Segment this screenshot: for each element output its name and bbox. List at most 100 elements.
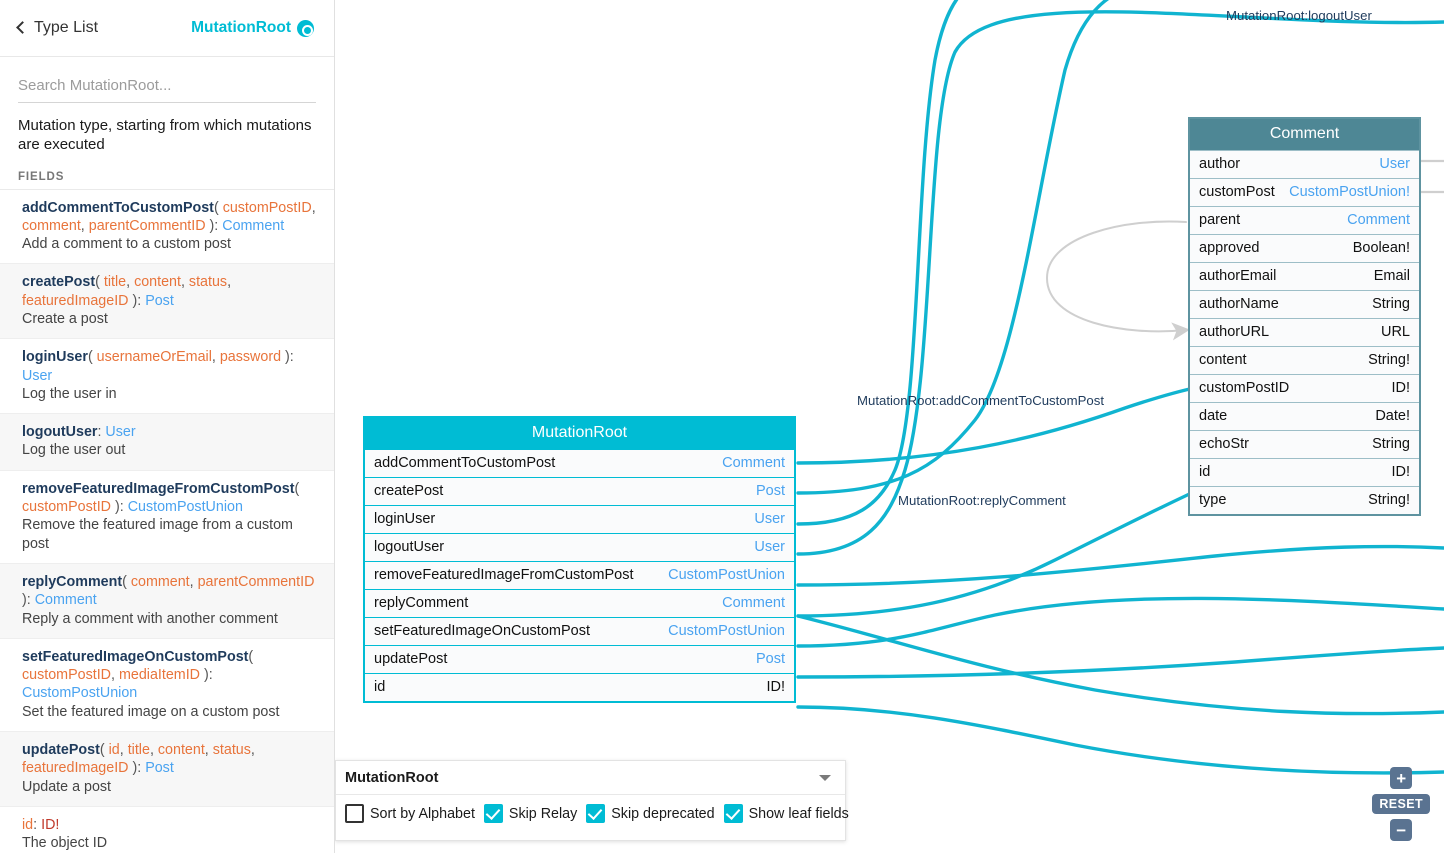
field-list-item[interactable]: updatePost( id, title, content, status, … xyxy=(0,732,334,807)
node-field-row[interactable]: authorName String xyxy=(1190,290,1419,318)
field-list-item[interactable]: addCommentToCustomPost( customPostID, co… xyxy=(0,190,334,265)
node-field-type: ID! xyxy=(766,679,785,695)
field-list-item[interactable]: logoutUser: User Log the user out xyxy=(0,414,334,471)
node-field-row[interactable]: loginUser User xyxy=(365,505,794,533)
colon: : xyxy=(33,816,42,833)
type-description: Mutation type, starting from which mutat… xyxy=(18,117,312,153)
node-field-row[interactable]: parent Comment xyxy=(1190,206,1419,234)
chevron-down-icon[interactable] xyxy=(819,775,831,781)
zoom-reset-button[interactable]: RESET xyxy=(1372,794,1430,814)
graph-canvas[interactable]: MutationRoot addCommentToCustomPost Comme… xyxy=(335,0,1444,853)
node-field-row[interactable]: customPostID ID! xyxy=(1190,374,1419,402)
back-to-type-list-button[interactable]: Type List xyxy=(16,19,98,37)
node-field-type[interactable]: CustomPostUnion xyxy=(668,567,785,583)
field-argument: id xyxy=(108,742,120,759)
doc-type-title[interactable]: MutationRoot xyxy=(191,19,314,37)
node-field-row[interactable]: content String! xyxy=(1190,346,1419,374)
field-description: Log the user in xyxy=(22,385,117,402)
node-field-row[interactable]: customPost CustomPostUnion! xyxy=(1190,178,1419,206)
arg-separator: , xyxy=(180,274,189,291)
field-return-type[interactable]: Post xyxy=(145,760,174,776)
field-argument: title xyxy=(103,274,127,291)
node-field-type: ID! xyxy=(1391,380,1410,396)
node-field-row[interactable]: id ID! xyxy=(365,673,794,701)
node-field-row[interactable]: approved Boolean! xyxy=(1190,234,1419,262)
field-description: Remove the featured image from a custom … xyxy=(22,517,293,552)
node-field-row[interactable]: addCommentToCustomPost Comment xyxy=(365,449,794,477)
settings-options: Sort by Alphabet Skip Relay Skip deprecate… xyxy=(336,795,849,823)
field-description: Log the user out xyxy=(22,442,126,459)
graph-node-comment[interactable]: Comment author User customPost CustomPostUn… xyxy=(1188,117,1421,516)
zoom-in-button[interactable]: + xyxy=(1390,767,1413,789)
field-return-type[interactable]: CustomPostUnion xyxy=(22,685,137,701)
node-field-row[interactable]: echoStr String xyxy=(1190,430,1419,458)
field-list-item[interactable]: id: ID! The object ID xyxy=(0,807,334,853)
doc-header: Type List MutationRoot xyxy=(0,0,334,57)
node-field-type[interactable]: Post xyxy=(756,483,785,499)
arg-separator: , xyxy=(111,667,119,684)
settings-option[interactable]: Skip deprecated xyxy=(586,804,715,823)
paren-open: ( xyxy=(95,274,104,291)
field-list-item[interactable]: setFeaturedImageOnCustomPost( customPost… xyxy=(0,639,334,733)
field-return-type[interactable]: ID! xyxy=(41,817,59,833)
checkbox-checked-icon[interactable] xyxy=(723,804,743,823)
graph-node-mutationroot[interactable]: MutationRoot addCommentToCustomPost Comme… xyxy=(363,416,796,703)
edge-label: MutationRoot:logoutUser xyxy=(1226,8,1372,23)
node-field-row[interactable]: setFeaturedImageOnCustomPost CustomPostUn… xyxy=(365,617,794,645)
node-field-type[interactable]: CustomPostUnion xyxy=(668,623,785,639)
node-rows: author User customPost CustomPostUnion! pare… xyxy=(1190,150,1419,514)
field-return-type[interactable]: Comment xyxy=(35,592,97,608)
node-field-name: date xyxy=(1199,408,1228,424)
node-field-type[interactable]: User xyxy=(754,511,785,527)
paren-close: ): xyxy=(281,349,294,366)
node-field-row[interactable]: updatePost Post xyxy=(365,645,794,673)
settings-option[interactable]: Show leaf fields xyxy=(723,804,849,823)
field-return-type[interactable]: CustomPostUnion xyxy=(128,499,243,515)
checkbox-checked-icon[interactable] xyxy=(586,804,606,823)
node-field-row[interactable]: date Date! xyxy=(1190,402,1419,430)
field-argument: customPostID xyxy=(22,667,111,684)
checkbox-unchecked-icon[interactable] xyxy=(345,804,364,823)
node-field-type[interactable]: Post xyxy=(756,651,785,667)
field-description: Reply a comment with another comment xyxy=(22,610,278,627)
node-field-row[interactable]: logoutUser User xyxy=(365,533,794,561)
paren-close: ): xyxy=(205,217,223,234)
node-field-name: logoutUser xyxy=(374,539,445,555)
paren-open: ( xyxy=(99,742,109,759)
field-list-item[interactable]: loginUser( usernameOrEmail, password ): … xyxy=(0,339,334,415)
field-list-item[interactable]: createPost( title, content, status, feat… xyxy=(0,264,334,340)
checkbox-checked-icon[interactable] xyxy=(483,804,503,823)
node-field-row[interactable]: authorEmail Email xyxy=(1190,262,1419,290)
field-list-item[interactable]: removeFeaturedImageFromCustomPost( custo… xyxy=(0,471,334,564)
node-field-type[interactable]: Comment xyxy=(1347,212,1410,228)
node-field-row[interactable]: type String! xyxy=(1190,486,1419,514)
field-return-type[interactable]: User xyxy=(22,368,52,384)
arg-separator: , xyxy=(149,742,158,759)
chevron-left-icon xyxy=(16,21,29,34)
node-field-type[interactable]: Comment xyxy=(722,595,785,611)
settings-option[interactable]: Skip Relay xyxy=(483,804,577,823)
node-field-type[interactable]: User xyxy=(754,539,785,555)
node-title: MutationRoot xyxy=(365,418,794,449)
node-field-row[interactable]: author User xyxy=(1190,150,1419,178)
node-field-name: approved xyxy=(1199,240,1260,256)
node-field-type: URL xyxy=(1380,324,1410,340)
node-field-row[interactable]: authorURL URL xyxy=(1190,318,1419,346)
node-field-row[interactable]: id ID! xyxy=(1190,458,1419,486)
field-return-type[interactable]: Post xyxy=(145,293,174,309)
field-return-type[interactable]: User xyxy=(105,424,135,440)
eye-icon[interactable] xyxy=(297,19,314,37)
node-field-row[interactable]: createPost Post xyxy=(365,477,794,505)
paren-close: ): xyxy=(111,499,128,516)
node-field-row[interactable]: removeFeaturedImageFromCustomPost CustomP… xyxy=(365,561,794,589)
field-return-type[interactable]: Comment xyxy=(222,218,284,234)
node-field-row[interactable]: replyComment Comment xyxy=(365,589,794,617)
zoom-out-button[interactable]: − xyxy=(1390,819,1413,841)
search-input[interactable] xyxy=(18,73,316,103)
field-list-item[interactable]: replyComment( comment, parentCommentID )… xyxy=(0,563,334,639)
node-field-type[interactable]: Comment xyxy=(722,455,785,471)
settings-option[interactable]: Sort by Alphabet xyxy=(345,804,475,823)
node-field-type[interactable]: CustomPostUnion! xyxy=(1289,184,1410,200)
settings-option-label: Show leaf fields xyxy=(748,805,849,822)
node-field-type[interactable]: User xyxy=(1379,156,1410,172)
